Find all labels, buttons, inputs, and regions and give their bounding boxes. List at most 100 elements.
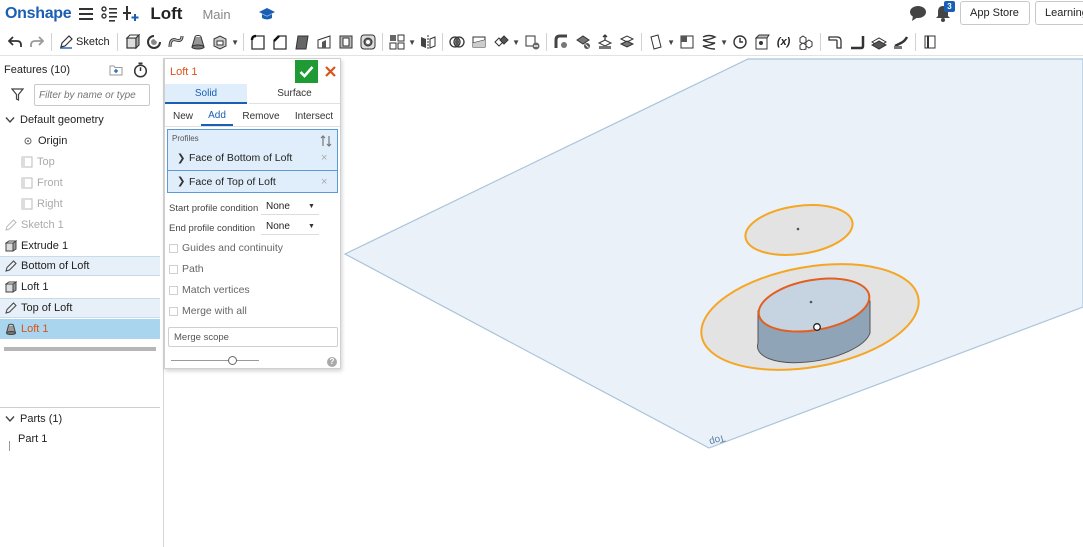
sketch-label: Sketch (76, 36, 110, 48)
feature-filter-bar (0, 83, 160, 107)
tree-label: Loft 1 (21, 281, 49, 293)
sheet-metal-icon[interactable] (824, 31, 846, 53)
undo-icon[interactable] (4, 31, 26, 53)
extrude-icon[interactable] (121, 31, 143, 53)
fillet-icon[interactable] (247, 31, 269, 53)
toolbar-divider (51, 33, 52, 51)
tree-item-plane-front[interactable]: Front (0, 173, 160, 193)
graphics-viewport[interactable]: Top (165, 57, 1083, 547)
toolbar-divider (914, 33, 916, 51)
shell-icon[interactable] (335, 31, 357, 53)
helix-icon[interactable] (698, 31, 720, 53)
tab-icon[interactable] (868, 31, 890, 53)
dropdown-chevron-icon[interactable]: ▼ (231, 31, 240, 53)
dropdown-chevron-icon[interactable]: ▼ (408, 31, 417, 53)
transform-icon[interactable] (490, 31, 512, 53)
hole-icon[interactable] (357, 31, 379, 53)
toolbar-divider (381, 33, 383, 51)
boolean-icon[interactable] (446, 31, 468, 53)
toolbar-divider (640, 33, 642, 51)
redo-icon[interactable] (26, 31, 48, 53)
tree-item-loft-1[interactable]: Loft 1 (0, 277, 160, 297)
tree-item-extrude-1[interactable]: Extrude 1 (0, 236, 160, 256)
pattern-icon[interactable] (386, 31, 408, 53)
measure-icon[interactable] (729, 31, 751, 53)
sketch-pencil-icon (5, 302, 17, 314)
tree-default-geometry[interactable]: Default geometry (0, 110, 160, 130)
toolbar-divider (242, 33, 244, 51)
dropdown-chevron-icon[interactable]: ▼ (512, 31, 521, 53)
tree-label: Loft 1 (21, 323, 49, 335)
insert-icon[interactable] (123, 5, 141, 23)
rebuild-timer-icon[interactable] (133, 62, 148, 78)
tree-item-bottom-of-loft[interactable]: Bottom of Loft (0, 256, 160, 276)
chamfer-icon[interactable] (269, 31, 291, 53)
tree-item-part-1[interactable]: Part 1 (0, 429, 160, 449)
selection-vertex-marker[interactable] (813, 323, 821, 331)
origin-icon (22, 135, 34, 147)
onshape-logo[interactable]: Onshape (5, 5, 72, 23)
tree-item-plane-right[interactable]: Right (0, 194, 160, 214)
custom-features-icon[interactable] (795, 31, 817, 53)
top-plane[interactable] (343, 58, 1083, 449)
feature-toolbar: Sketch ▼ ▼ ▼ ▼ ▼ (x) (0, 29, 1083, 56)
tree-label: Right (37, 198, 63, 210)
menu-icon[interactable] (79, 6, 95, 22)
tree-label: Parts (1) (20, 413, 63, 425)
top-bar: Onshape Loft Main 3 App Store Learning (0, 0, 1083, 28)
bend-icon[interactable] (890, 31, 912, 53)
thicken-icon[interactable] (209, 31, 231, 53)
plane-icon (21, 177, 33, 189)
sweep-icon[interactable] (165, 31, 187, 53)
dropdown-chevron-icon[interactable]: ▼ (720, 31, 729, 53)
tree-item-plane-top[interactable]: Top (0, 152, 160, 172)
tree-item-loft-1-editing[interactable]: Loft 1 (0, 319, 160, 339)
replace-face-icon[interactable] (616, 31, 638, 53)
modify-fillet-icon[interactable] (550, 31, 572, 53)
rib-icon[interactable] (313, 31, 335, 53)
filter-funnel-icon[interactable] (11, 88, 24, 101)
tree-label: Bottom of Loft (21, 260, 90, 272)
feature-list-icon[interactable] (101, 5, 119, 23)
tree-item-top-of-loft[interactable]: Top of Loft (0, 298, 160, 318)
chevron-down-icon[interactable] (4, 114, 16, 126)
pencil-icon (60, 35, 73, 49)
tree-item-sketch-1[interactable]: Sketch 1 (0, 215, 160, 235)
branch-label[interactable]: Main (202, 7, 230, 22)
learning-center-icon[interactable] (258, 6, 275, 22)
draft-icon[interactable] (291, 31, 313, 53)
tree-label: Top of Loft (21, 302, 73, 314)
flange-icon[interactable] (846, 31, 868, 53)
delete-face-icon[interactable] (572, 31, 594, 53)
rollback-bar[interactable] (4, 347, 156, 351)
sketch-center-point (809, 300, 813, 304)
sketch-pencil-icon (5, 260, 17, 272)
revolve-icon[interactable] (143, 31, 165, 53)
feature-filter-input[interactable] (34, 84, 150, 106)
app-store-button[interactable]: App Store (960, 1, 1030, 25)
chevron-down-icon[interactable] (4, 413, 16, 425)
dropdown-chevron-icon[interactable]: ▼ (667, 31, 676, 53)
section-view-icon[interactable] (751, 31, 773, 53)
sketch-button[interactable]: Sketch (55, 31, 114, 53)
mirror-icon[interactable] (417, 31, 439, 53)
split-icon[interactable] (468, 31, 490, 53)
loft-icon (5, 281, 17, 293)
comments-icon[interactable] (908, 4, 928, 22)
add-folder-icon[interactable] (109, 64, 123, 76)
parts-divider (0, 407, 160, 408)
flat-view-icon[interactable] (919, 31, 941, 53)
plane-icon (21, 198, 33, 210)
move-face-icon[interactable] (594, 31, 616, 53)
loft-icon[interactable] (187, 31, 209, 53)
plane-icon[interactable] (645, 31, 667, 53)
feature-list-panel: Features (10) Default geometry Origin To… (0, 58, 164, 547)
document-title[interactable]: Loft (150, 4, 182, 24)
variable-icon[interactable]: (x) (773, 31, 795, 53)
toolbar-divider (116, 33, 118, 51)
learning-button[interactable]: Learning (1035, 1, 1083, 25)
tree-parts-header[interactable]: Parts (1) (0, 409, 160, 429)
mate-connector-icon[interactable] (676, 31, 698, 53)
delete-part-icon[interactable] (521, 31, 543, 53)
tree-item-origin[interactable]: Origin (0, 131, 160, 151)
